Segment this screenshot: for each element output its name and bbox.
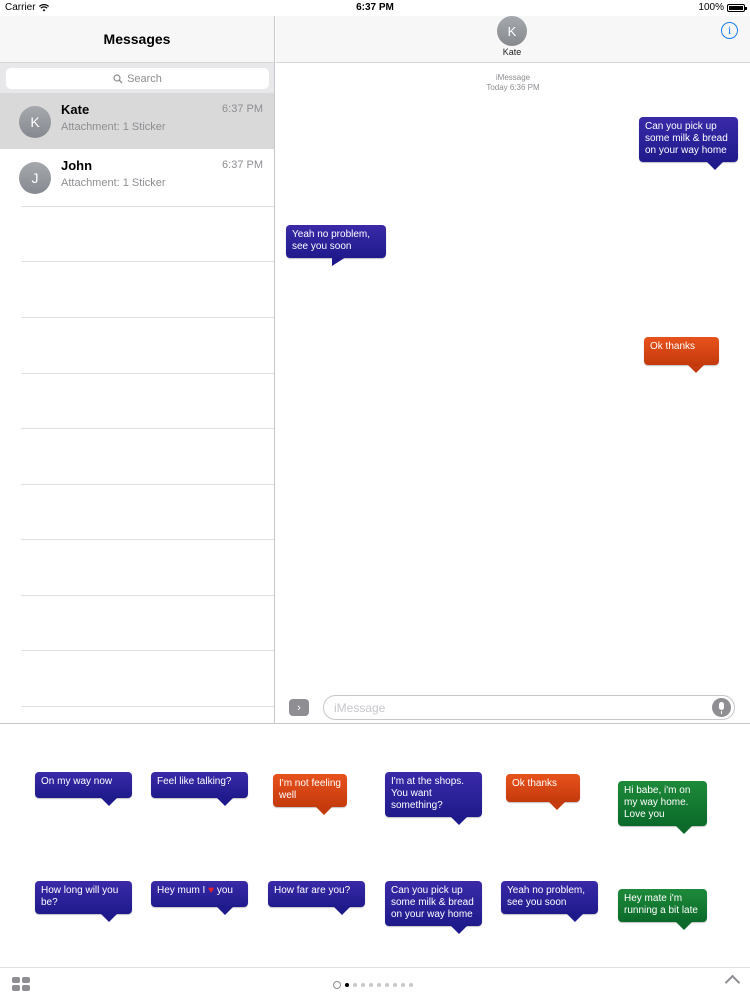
list-separator — [21, 206, 274, 207]
message-input[interactable]: iMessage — [323, 695, 735, 720]
list-separator — [21, 484, 274, 485]
sticker-drawer: On my way now Feel like talking? I'm not… — [0, 723, 750, 967]
list-separator — [21, 706, 274, 707]
message-input-placeholder: iMessage — [334, 700, 386, 715]
list-separator — [21, 428, 274, 429]
list-separator — [21, 317, 274, 318]
sticker-ok-thanks[interactable]: Ok thanks — [506, 774, 580, 810]
sticker-no-problem[interactable]: Yeah no problem, see you soon — [501, 881, 598, 922]
battery-icon — [727, 3, 747, 12]
search-icon — [113, 73, 123, 83]
list-separator — [21, 539, 274, 540]
conversation-header: K Kate i — [276, 16, 750, 63]
page-dot[interactable] — [361, 983, 365, 987]
sticker-feel-like-talking[interactable]: Feel like talking? — [151, 772, 248, 806]
heart-icon: ♥ — [208, 885, 215, 896]
service-label: iMessage — [495, 73, 531, 82]
message-sticker-outgoing[interactable]: Can you pick up some milk & bread on you… — [639, 117, 738, 170]
page-dot[interactable] — [377, 983, 381, 987]
avatar: J — [19, 162, 51, 194]
page-dot[interactable] — [409, 983, 413, 987]
contact-name[interactable]: Kate — [276, 47, 748, 57]
message-sticker-outgoing[interactable]: Ok thanks — [644, 337, 719, 373]
page-dot[interactable] — [393, 983, 397, 987]
sticker-not-feeling-well[interactable]: I'm not feeling well — [273, 774, 347, 815]
message-sticker-incoming[interactable]: Yeah no problem, see you soon — [286, 225, 386, 266]
drawer-bottom-bar — [0, 967, 750, 1000]
sidebar-title: Messages — [103, 31, 171, 47]
conversation-time: 6:37 PM — [222, 103, 263, 115]
sidebar-header: Messages — [0, 16, 274, 63]
status-time: 6:37 PM — [356, 2, 394, 13]
sticker-at-the-shops[interactable]: I'm at the shops. You want something? — [385, 772, 482, 825]
list-separator — [21, 261, 274, 262]
conversation-preview: Attachment: 1 Sticker — [61, 121, 166, 133]
page-dot[interactable] — [401, 983, 405, 987]
app-drawer-toggle-icon[interactable]: › — [289, 699, 309, 716]
list-separator — [21, 650, 274, 651]
conversation-name: Kate — [61, 102, 90, 117]
chevron-up-icon[interactable] — [724, 974, 741, 991]
info-icon[interactable]: i — [721, 22, 738, 39]
transcript-header: iMessage Today 6:36 PM — [276, 73, 750, 93]
page-dot[interactable] — [385, 983, 389, 987]
sticker-pick-up-milk[interactable]: Can you pick up some milk & bread on you… — [385, 881, 482, 934]
sticker-hey-mum[interactable]: Hey mum I ♥ you — [151, 881, 248, 915]
conversation-item-john[interactable]: J John 6:37 PM Attachment: 1 Sticker — [0, 149, 274, 205]
recents-clock-icon[interactable] — [333, 981, 341, 989]
sticker-hi-babe[interactable]: Hi babe, i'm on my way home. Love you — [618, 781, 707, 834]
list-separator — [21, 595, 274, 596]
conversation-time: 6:37 PM — [222, 159, 263, 171]
list-separator — [21, 373, 274, 374]
compose-bar: › iMessage — [276, 692, 750, 724]
page-dot[interactable] — [353, 983, 357, 987]
avatar: K — [19, 106, 51, 138]
page-dot[interactable] — [345, 983, 349, 987]
search-bar: Search — [0, 63, 274, 93]
status-bar: Carrier 6:37 PM 100% — [0, 0, 750, 16]
battery-percent: 100% — [698, 2, 724, 13]
conversation-name: John — [61, 158, 93, 173]
conversation-item-kate[interactable]: K Kate 6:37 PM Attachment: 1 Sticker — [0, 93, 274, 149]
conversation-list-pane: Messages Search K Kate 6:37 PM Attachmen… — [0, 16, 275, 723]
message-timestamp: Today 6:36 PM — [486, 83, 540, 92]
contact-avatar[interactable]: K — [497, 16, 527, 46]
sticker-how-far[interactable]: How far are you? — [268, 881, 365, 915]
conversation-preview: Attachment: 1 Sticker — [61, 177, 166, 189]
search-input[interactable]: Search — [6, 68, 269, 89]
sticker-how-long[interactable]: How long will you be? — [35, 881, 132, 922]
sticker-on-my-way[interactable]: On my way now — [35, 772, 132, 806]
sticker-running-late[interactable]: Hey mate i'm running a bit late — [618, 889, 707, 930]
battery-status: 100% — [698, 2, 747, 13]
page-dot[interactable] — [369, 983, 373, 987]
app-grid-icon[interactable] — [12, 977, 30, 991]
microphone-icon[interactable] — [712, 698, 731, 717]
search-placeholder: Search — [127, 72, 162, 85]
page-indicator[interactable] — [333, 981, 413, 989]
